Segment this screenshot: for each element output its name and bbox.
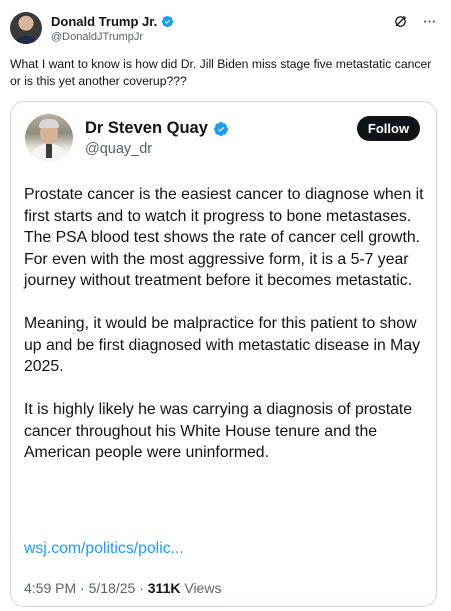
- grok-icon[interactable]: [393, 14, 408, 29]
- post-text: What I want to know is how did Dr. Jill …: [10, 57, 432, 88]
- post-time[interactable]: 4:59 PM: [24, 580, 76, 596]
- post-header: Donald Trump Jr. @DonaldJTrumpJr: [10, 10, 441, 46]
- author-name-line: Donald Trump Jr.: [51, 14, 174, 29]
- quoted-paragraph: Meaning, it would be malpractice for thi…: [24, 315, 421, 375]
- article-link[interactable]: wsj.com/politics/polic...: [24, 540, 184, 558]
- quoted-author-name-line: Dr Steven Quay: [85, 119, 229, 138]
- meta-separator: ·: [80, 580, 85, 596]
- post-top-actions: [393, 14, 437, 29]
- author-avatar[interactable]: [10, 12, 42, 44]
- more-icon[interactable]: [422, 14, 437, 29]
- quoted-author-avatar[interactable]: [25, 114, 73, 162]
- author-display-name[interactable]: Donald Trump Jr.: [51, 14, 157, 29]
- verified-badge-icon: [213, 121, 228, 136]
- quoted-paragraph: It is highly likely he was carrying a di…: [24, 401, 413, 461]
- quoted-author-handle[interactable]: @quay_dr: [85, 141, 152, 157]
- post-metadata: 4:59 PM · 5/18/25 · 311K Views: [24, 580, 221, 596]
- quoted-author-display-name[interactable]: Dr Steven Quay: [85, 119, 208, 138]
- verified-badge-icon: [161, 15, 174, 28]
- follow-button[interactable]: Follow: [357, 116, 420, 141]
- author-handle[interactable]: @DonaldJTrumpJr: [51, 31, 143, 43]
- quoted-post-card[interactable]: Dr Steven Quay @quay_dr Follow Prostate …: [10, 101, 437, 607]
- views-label: Views: [184, 580, 222, 596]
- meta-separator: ·: [139, 580, 144, 596]
- post-date[interactable]: 5/18/25: [89, 580, 136, 596]
- quoted-post-body: Prostate cancer is the easiest cancer to…: [24, 184, 426, 485]
- quoted-paragraph: Prostate cancer is the easiest cancer to…: [24, 186, 424, 289]
- views-count: 311K: [147, 580, 181, 596]
